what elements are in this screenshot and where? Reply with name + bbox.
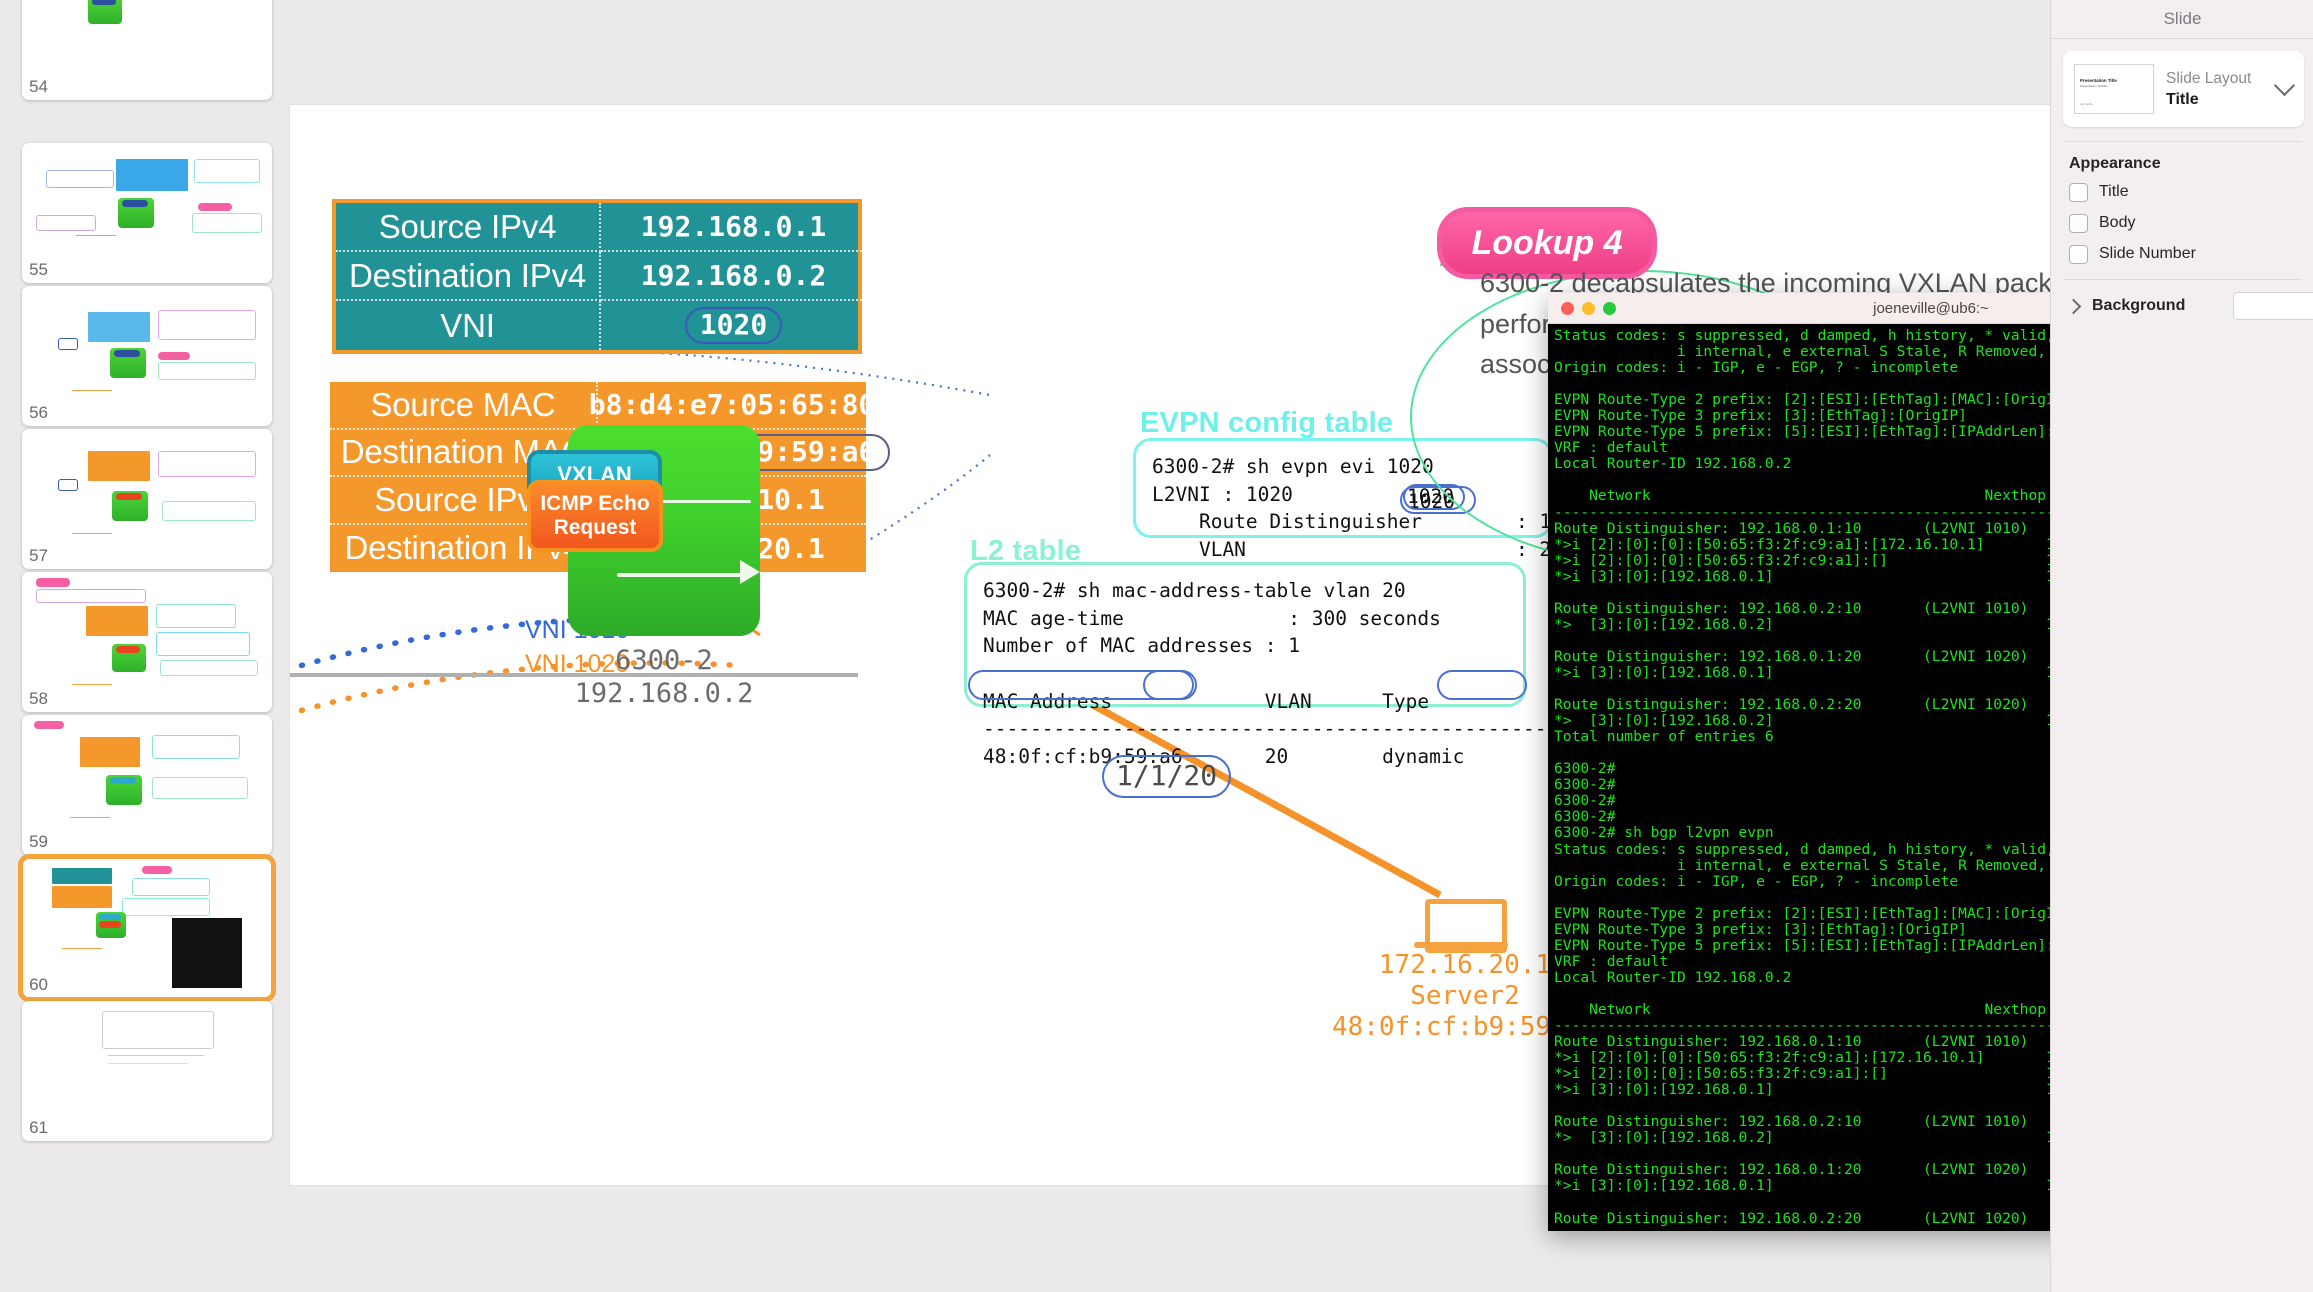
background-section[interactable]: Background xyxy=(2065,292,2313,320)
slide-number: 61 xyxy=(29,1118,48,1137)
checkbox-label: Title xyxy=(2099,183,2129,200)
checkbox-body[interactable] xyxy=(2069,213,2088,233)
slide-thumbnail[interactable] xyxy=(22,0,272,100)
switch-caption: 6300-2 192.168.0.2 xyxy=(574,645,754,709)
table-row-value-highlighted: 1020 xyxy=(601,301,866,350)
slide-thumbnail[interactable] xyxy=(22,143,272,283)
slide-thumbnail[interactable] xyxy=(22,429,272,569)
slide-thumbnail[interactable] xyxy=(22,572,272,712)
slide-navigator[interactable]: 54 55 56 57 58 59 60 61 xyxy=(0,0,291,1292)
slide-number: 56 xyxy=(29,403,48,422)
evpn-config-table-title: EVPN config table xyxy=(1140,407,1394,439)
inspector-panel[interactable]: Slide Presentation Title Presentation Su… xyxy=(2050,0,2313,1292)
outer-ip-header-table: Source IPv4 192.168.0.1 Destination IPv4… xyxy=(332,199,866,354)
checkbox-title[interactable] xyxy=(2069,182,2088,202)
vni-highlight: 1020 xyxy=(684,306,783,345)
table-row-label: Source MAC xyxy=(330,382,598,430)
slide-thumbnail-selected[interactable] xyxy=(19,855,275,1001)
table-row-value: b8:d4:e7:05:65:80 xyxy=(589,382,875,430)
slide-number: 59 xyxy=(29,832,48,851)
inspector-header: Slide xyxy=(2051,0,2313,39)
checkbox-label: Slide Number xyxy=(2099,245,2196,262)
slide-layout-thumbnail: Presentation Title Presentation Subtitle… xyxy=(2074,64,2154,114)
slide-layout-caption: Slide Layout xyxy=(2166,70,2252,88)
slide-layout-card[interactable]: Presentation Title Presentation Subtitle… xyxy=(2063,51,2304,127)
checkbox-row-title[interactable]: Title xyxy=(2069,179,2313,205)
icmp-echo-request-badge: ICMP Echo Request xyxy=(527,480,663,552)
slide-number: 54 xyxy=(29,77,48,96)
slide-thumbnail[interactable] xyxy=(22,715,272,855)
switch-port-label: 1/1/20 xyxy=(1102,755,1232,798)
divider xyxy=(2063,141,2302,142)
table-row-value: 192.168.0.2 xyxy=(601,252,866,301)
l2-vlan-oval xyxy=(1143,670,1197,700)
layout-thumb-subtitle: Presentation Subtitle xyxy=(2080,84,2108,88)
layout-thumb-footer: Joe Neville xyxy=(2080,103,2093,106)
server2-icon-base xyxy=(1414,942,1508,948)
chevron-right-icon[interactable] xyxy=(2065,298,2082,314)
background-label: Background xyxy=(2092,297,2186,314)
l2-port-oval xyxy=(1437,670,1527,700)
table-row-label: Destination IPv4 xyxy=(336,252,601,301)
switch-line-bottom xyxy=(617,573,749,577)
divider xyxy=(2063,279,2302,280)
switch-arrow-icon xyxy=(740,560,760,584)
slide-layout-value: Title xyxy=(2166,90,2199,108)
checkbox-row-body[interactable]: Body xyxy=(2069,210,2313,236)
background-color-swatch[interactable] xyxy=(2233,292,2313,320)
slide-number: 57 xyxy=(29,546,48,565)
slide-thumbnail[interactable] xyxy=(22,1001,272,1141)
checkbox-slide-number[interactable] xyxy=(2069,244,2088,264)
layout-thumb-title: Presentation Title xyxy=(2080,78,2117,83)
table-row-value: 192.168.0.1 xyxy=(601,203,866,252)
slide-number: 55 xyxy=(29,260,48,279)
checkbox-label: Body xyxy=(2099,214,2136,231)
table-row-label: VNI xyxy=(336,301,601,350)
slide-number: 58 xyxy=(29,689,48,708)
canvas-top-margin xyxy=(290,0,2050,105)
checkbox-row-slide-number[interactable]: Slide Number xyxy=(2069,241,2313,267)
slide-thumbnail[interactable] xyxy=(22,286,272,426)
appearance-section-title: Appearance xyxy=(2069,155,2161,172)
slide-number: 60 xyxy=(29,975,48,994)
table-row-label: Source IPv4 xyxy=(336,203,601,252)
